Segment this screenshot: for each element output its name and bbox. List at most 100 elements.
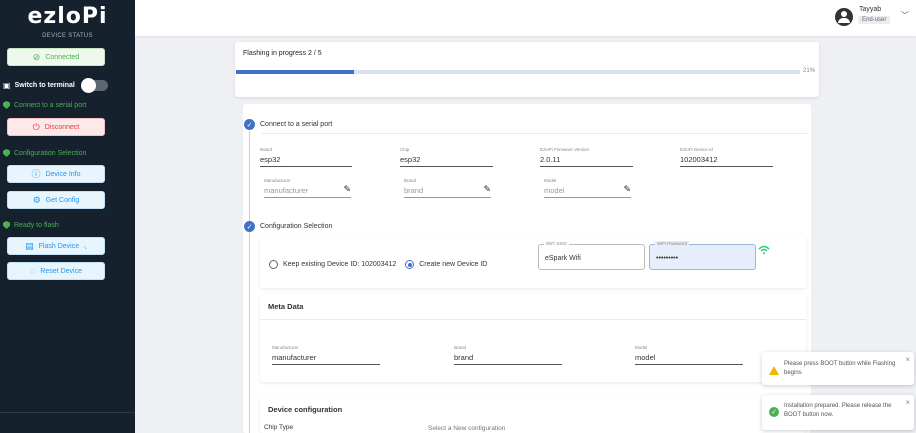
loading-spinner-icon: ◟ xyxy=(84,243,87,250)
brand-field[interactable]: Brand brand ✎ xyxy=(404,178,491,198)
step-config-selection-title: Configuration Selection xyxy=(260,223,333,230)
device-id-field: EzloPi Device Id 102003412 xyxy=(680,147,773,167)
wifi-password-input[interactable]: WiFi Password ••••••••• xyxy=(649,241,756,270)
user-role-badge: End-user xyxy=(858,16,891,24)
device-status-heading: DEVICE STATUS xyxy=(42,33,93,39)
board-value: esp32 xyxy=(260,155,352,167)
top-bar xyxy=(135,0,916,36)
step-config-selection: ✓ Configuration Selection xyxy=(244,221,332,232)
gear-icon: ⚙ xyxy=(32,194,41,205)
warning-toast-message: Please press BOOT button while Flashing … xyxy=(784,361,896,376)
meta-manufacturer-value: manufacturer xyxy=(272,353,380,365)
firmware-version-value: 2.0.11 xyxy=(540,155,633,167)
keep-device-id-label[interactable]: Keep existing Device ID: 102003412 xyxy=(283,261,396,268)
device-info-button[interactable]: ⓘ Device Info xyxy=(7,165,105,183)
sidebar: ezloPi DEVICE STATUS ⊘ Connected ▣ Switc… xyxy=(0,0,135,433)
disconnect-button[interactable]: ⏻ Disconnect xyxy=(7,118,105,136)
flash-device-label: Flash Device xyxy=(38,242,80,250)
meta-data-card: Meta Data xyxy=(260,294,806,382)
progress-bar xyxy=(236,70,800,74)
ezlopi-logo: ezloPi xyxy=(27,4,108,29)
manufacturer-field[interactable]: Manufacturer manufacturer ✎ xyxy=(264,178,351,198)
meta-data-title: Meta Data xyxy=(268,302,304,311)
pencil-icon[interactable]: ✎ xyxy=(483,184,491,195)
switch-terminal-label: Switch to terminal xyxy=(14,82,75,89)
wifi-ssid-value: eSpark Wifi xyxy=(545,255,581,262)
create-device-id-radio[interactable] xyxy=(405,260,415,269)
sidebar-divider xyxy=(0,412,135,413)
terminal-toggle[interactable] xyxy=(80,78,108,93)
chevron-down-icon[interactable]: ﹀ xyxy=(901,10,909,21)
create-device-id-label[interactable]: Create new Device ID xyxy=(419,261,487,268)
board-field: Board esp32 xyxy=(260,147,352,167)
meta-manufacturer-field[interactable]: Manufacturer manufacturer xyxy=(272,345,380,365)
device-configuration-card: Device configuration Chip Type Select a … xyxy=(260,396,806,433)
chip-value: esp32 xyxy=(400,155,493,167)
meta-model-value: model xyxy=(635,353,743,365)
meta-model-field[interactable]: Model model xyxy=(635,345,743,365)
flash-icon: ▤ xyxy=(25,240,34,251)
user-avatar-icon[interactable] xyxy=(835,8,853,26)
device-id-radio-group: Keep existing Device ID: 102003412 Creat… xyxy=(269,260,487,269)
model-value: model xyxy=(544,186,565,195)
device-id-value: 102003412 xyxy=(680,155,773,167)
progress-title: Flashing in progress 2 / 5 xyxy=(243,50,322,57)
close-icon[interactable]: × xyxy=(905,355,910,364)
flash-device-button[interactable]: ▤ Flash Device ◟ xyxy=(7,237,105,255)
firmware-version-label: EzloPi Firmware Version xyxy=(540,147,590,152)
connect-serial-status: Connect to a serial port xyxy=(3,101,86,109)
close-icon[interactable]: × xyxy=(905,398,910,407)
chip-type-label: Chip Type xyxy=(264,424,294,431)
model-field[interactable]: Model model ✎ xyxy=(544,178,631,198)
wifi-ssid-input[interactable]: WiFi SSID eSpark Wifi xyxy=(538,241,645,270)
brand-value: brand xyxy=(404,186,424,195)
success-toast: ✓ Installation prepared. Please release … xyxy=(762,395,914,430)
check-circle-icon: ✓ xyxy=(769,407,779,417)
check-circle-icon: ⊘ xyxy=(32,51,41,62)
progress-bar-fill xyxy=(236,70,355,74)
manufacturer-label: Manufacturer xyxy=(264,178,291,183)
get-config-button[interactable]: ⚙ Get Config xyxy=(7,191,105,209)
username: Tayyab xyxy=(859,6,882,13)
meta-model-label: Model xyxy=(635,345,648,350)
select-configuration-dropdown[interactable]: Select a New configuration xyxy=(428,425,505,432)
step-connect-serial-title: Connect to a serial port xyxy=(260,121,333,128)
board-label: Board xyxy=(260,147,273,152)
shield-check-icon xyxy=(3,149,10,157)
meta-manufacturer-label: Manufacturer xyxy=(272,345,299,350)
pencil-icon[interactable]: ✎ xyxy=(623,184,631,195)
check-icon: ✓ xyxy=(244,221,255,232)
shield-check-icon xyxy=(3,101,10,109)
keep-device-id-radio[interactable] xyxy=(269,260,278,269)
brand-label: Brand xyxy=(404,178,417,183)
switch-terminal-row: ▣ Switch to terminal xyxy=(3,78,108,93)
connect-serial-label: Connect to a serial port xyxy=(14,101,87,109)
pencil-icon[interactable]: ✎ xyxy=(343,184,351,195)
chip-label: Chip xyxy=(400,147,410,152)
wifi-password-value: ••••••••• xyxy=(656,255,679,262)
progress-percent: 21% xyxy=(803,68,816,74)
info-icon: ⓘ xyxy=(31,168,41,179)
get-config-label: Get Config xyxy=(45,196,80,204)
wifi-password-label: WiFi Password xyxy=(655,241,690,246)
meta-brand-field[interactable]: Brand brand xyxy=(454,345,562,365)
meta-data-separator xyxy=(260,319,806,320)
stepper-connector-line xyxy=(249,131,250,433)
meta-brand-value: brand xyxy=(454,353,562,365)
warning-icon xyxy=(769,366,779,375)
disconnect-label: Disconnect xyxy=(44,123,80,131)
connected-label: Connected xyxy=(45,53,80,61)
warning-toast: Please press BOOT button while Flashing … xyxy=(762,352,914,385)
config-selection-label: Configuration Selection xyxy=(14,149,87,157)
step-separator xyxy=(262,133,807,134)
connected-button[interactable]: ⊘ Connected xyxy=(7,48,105,66)
reset-icon: ◌ xyxy=(30,265,36,276)
terminal-icon: ▣ xyxy=(3,81,11,90)
check-icon: ✓ xyxy=(244,119,255,130)
reset-device-button[interactable]: ◌ Reset Device xyxy=(7,262,105,280)
device-id-label: EzloPi Device Id xyxy=(680,147,713,152)
manufacturer-value: manufacturer xyxy=(264,186,309,195)
reset-device-label: Reset Device xyxy=(40,267,82,275)
ready-flash-status: Ready to flash xyxy=(3,221,59,229)
step-connect-serial: ✓ Connect to a serial port xyxy=(244,119,332,130)
